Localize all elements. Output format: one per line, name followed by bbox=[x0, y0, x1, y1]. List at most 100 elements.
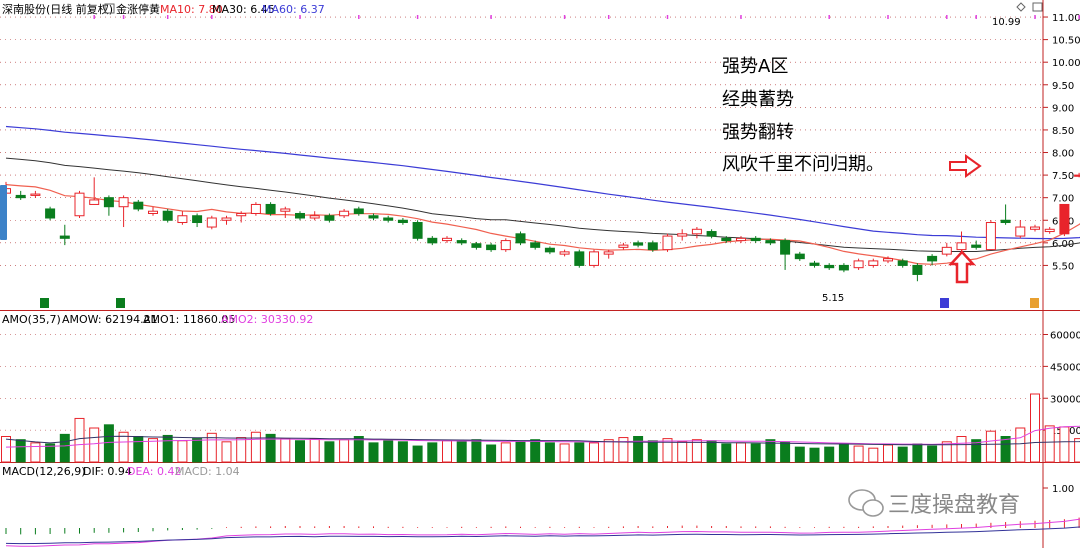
volume-bar bbox=[985, 430, 996, 463]
candle-body bbox=[927, 255, 938, 262]
volume-bar bbox=[794, 446, 805, 463]
candle-body bbox=[544, 247, 555, 253]
kline-chart[interactable]: 5.506.006.507.007.508.008.509.009.5010.0… bbox=[0, 0, 1080, 548]
amo2-label: AMO2: 30330.92 bbox=[221, 313, 313, 326]
volume-axis: 15000300004500060000 bbox=[1043, 331, 1080, 437]
volume-bar bbox=[236, 437, 247, 463]
dea-label: DEA: 0.42 bbox=[127, 465, 181, 478]
volume-bar bbox=[824, 446, 835, 463]
candle-body bbox=[339, 210, 350, 217]
volume-tick-label: 60000 bbox=[1050, 331, 1080, 342]
volume-bar bbox=[177, 440, 188, 463]
volume-bar bbox=[295, 440, 305, 463]
volume-bar bbox=[74, 417, 85, 463]
marker-icon bbox=[940, 298, 949, 308]
candle-body bbox=[456, 240, 467, 244]
price-tick-label: 7.50 bbox=[1052, 171, 1074, 182]
candle-body bbox=[265, 203, 276, 214]
candle-body bbox=[809, 262, 820, 266]
candle-body bbox=[383, 217, 394, 221]
candle-body bbox=[691, 228, 702, 235]
candle-body bbox=[324, 215, 335, 221]
volume-bar bbox=[1, 436, 11, 463]
candle-body bbox=[221, 217, 232, 221]
volume-bar bbox=[133, 436, 144, 463]
candle-body bbox=[280, 208, 291, 212]
candle-body bbox=[647, 242, 658, 251]
candle-body bbox=[853, 260, 864, 269]
macd-label: MACD(12,26,9) bbox=[2, 465, 86, 478]
candle-body bbox=[45, 208, 56, 219]
volume-bar bbox=[280, 438, 291, 463]
volume-bar bbox=[912, 443, 923, 463]
candle-body bbox=[985, 222, 996, 251]
volume-bar bbox=[883, 444, 893, 463]
watermark-text: 三度操盘教育 bbox=[888, 493, 1020, 518]
volume-bar bbox=[59, 433, 70, 463]
indicator-name: 金涨停黄 bbox=[116, 2, 160, 16]
candle-body bbox=[74, 192, 85, 217]
candle-body bbox=[794, 253, 805, 260]
candle-body bbox=[530, 242, 541, 248]
volume-bar bbox=[838, 443, 849, 463]
price-tick-label: 8.50 bbox=[1052, 126, 1074, 137]
volume-bar bbox=[1059, 426, 1070, 463]
volume-bar bbox=[339, 439, 350, 463]
price-tick-label: 7.00 bbox=[1052, 194, 1074, 205]
price-tick-label: 9.50 bbox=[1052, 81, 1074, 92]
candle-body bbox=[89, 199, 100, 205]
volume-bar bbox=[486, 444, 497, 463]
macd-axis: 1.00 bbox=[1043, 484, 1074, 495]
dif-label: DIF: 0.94 bbox=[83, 465, 132, 478]
stock-title: 深南股份(日线 前复权) bbox=[2, 2, 113, 16]
candle-body bbox=[765, 240, 776, 244]
candle-body bbox=[1030, 226, 1040, 230]
candle-body bbox=[15, 194, 26, 199]
low-price-label: 5.15 bbox=[822, 293, 844, 304]
volume-bars bbox=[1, 393, 1080, 463]
volume-bar bbox=[868, 447, 879, 463]
candle-body bbox=[515, 233, 526, 244]
volume-bar bbox=[368, 442, 379, 463]
volume-bar bbox=[1030, 393, 1040, 463]
volume-bar bbox=[221, 441, 232, 463]
candle-body bbox=[309, 215, 320, 219]
candle-body bbox=[1000, 219, 1011, 224]
left-scroll-handle[interactable] bbox=[0, 185, 7, 240]
candle-body bbox=[412, 222, 423, 239]
candle-body bbox=[1074, 174, 1080, 177]
candle-body bbox=[971, 244, 982, 248]
price-tick-label: 9.00 bbox=[1052, 103, 1074, 114]
volume-bar bbox=[89, 427, 100, 463]
volume-bar bbox=[721, 443, 732, 463]
candle-body bbox=[603, 251, 614, 255]
candle-body bbox=[162, 210, 173, 221]
candle-body bbox=[397, 219, 408, 224]
marker-icon bbox=[40, 298, 49, 308]
candle-body bbox=[633, 242, 644, 246]
candle-body bbox=[780, 240, 791, 255]
volume-bar bbox=[706, 440, 717, 463]
volume-bar bbox=[15, 439, 26, 463]
macd-tick-label: 1.00 bbox=[1052, 484, 1074, 495]
candle-body bbox=[353, 208, 364, 214]
candle-body bbox=[1044, 228, 1055, 233]
ma60-label: MA60: 6.37 bbox=[262, 3, 325, 16]
volume-bar bbox=[559, 443, 570, 463]
candle-body bbox=[206, 217, 217, 228]
amo-label: AMO(35,7) bbox=[2, 313, 61, 326]
volume-bar bbox=[780, 441, 791, 463]
volume-bar bbox=[530, 439, 541, 463]
high-price-label: 10.99 bbox=[992, 17, 1021, 28]
candle-body bbox=[427, 237, 438, 244]
volume-bar bbox=[1044, 425, 1055, 463]
price-tick-label: 5.50 bbox=[1052, 261, 1074, 272]
volume-bar bbox=[603, 439, 614, 463]
marker-icon bbox=[1030, 298, 1039, 308]
volume-bar bbox=[353, 436, 364, 463]
candle-body bbox=[956, 242, 967, 251]
candle-body bbox=[118, 197, 129, 208]
volume-bar bbox=[515, 441, 526, 463]
volume-bar bbox=[1074, 438, 1080, 463]
candle-body bbox=[618, 244, 629, 248]
